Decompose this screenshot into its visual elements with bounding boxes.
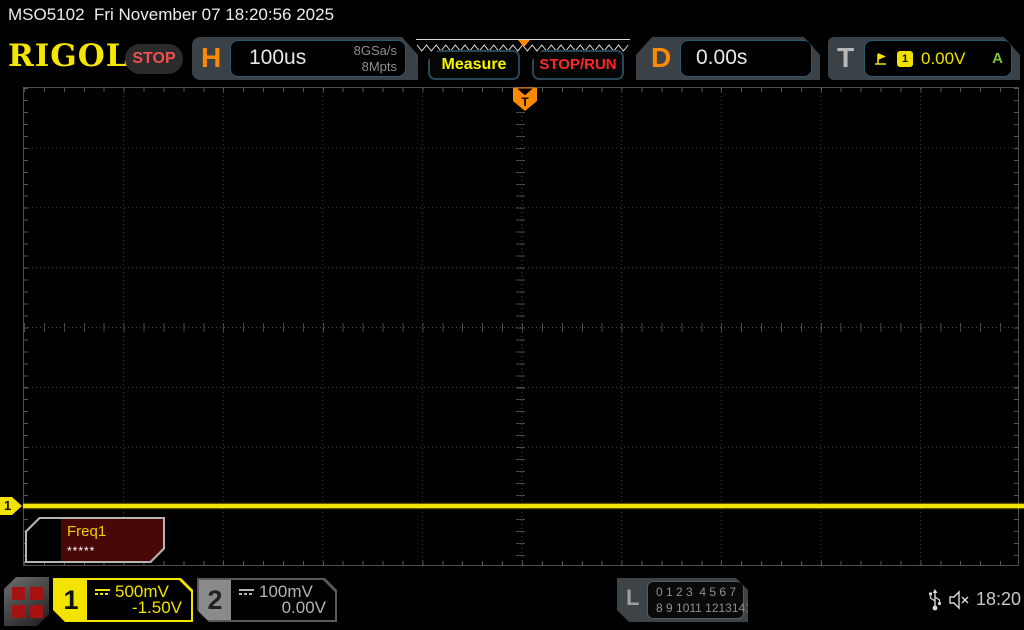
channel2-number: 2	[199, 580, 231, 620]
digital-row-8-15: 8 9 1011 12131415	[656, 601, 759, 615]
menu-grid-icon	[12, 587, 43, 618]
channel1-status-block[interactable]: 1 500mV -1.50V	[53, 578, 193, 622]
memory-depth: 8Mpts	[361, 59, 397, 74]
timebase-value: 100us	[249, 46, 307, 69]
delay-settings-block[interactable]: D 0.00s	[636, 37, 820, 80]
rising-edge-icon	[873, 52, 889, 66]
trigger-marker-letter: T	[521, 95, 529, 109]
wave-bar-trigger-position-icon[interactable]	[518, 40, 530, 47]
channel1-ground-marker[interactable]: 1	[0, 497, 22, 515]
rigol-logo: RIGOL	[8, 38, 129, 74]
digital-row-0-7: 0 1 2 3 4 5 6 7	[656, 585, 737, 599]
grid-ticks-center-horizontal	[24, 323, 1018, 332]
channel1-corner-fold	[179, 580, 191, 592]
delay-inner: 0.00s	[680, 40, 812, 77]
trigger-label: T	[837, 42, 855, 73]
delay-value: 0.00s	[696, 46, 748, 69]
acquisition-status-badge: STOP	[125, 44, 183, 74]
horizontal-settings-block[interactable]: H 100us 8GSa/s 8Mpts	[192, 37, 418, 80]
trigger-position-marker[interactable]: T	[506, 85, 542, 113]
channel2-status-block[interactable]: 2 100mV 0.00V	[197, 578, 337, 622]
dc-coupling-icon	[239, 589, 254, 595]
measurement-box[interactable]: Freq1 *****	[25, 517, 165, 563]
waveform-position-bar[interactable]	[416, 39, 630, 52]
measurement-name: Freq1	[67, 523, 107, 540]
usb-icon	[929, 589, 942, 611]
channel1-number: 1	[55, 580, 87, 620]
model-and-datetime: MSO5102 Fri November 07 18:20:56 2025	[8, 5, 335, 24]
delay-label: D	[651, 42, 672, 73]
horizontal-inner: 100us 8GSa/s 8Mpts	[230, 40, 406, 77]
trigger-source-badge: 1	[897, 51, 913, 67]
measurement-box-inner: Freq1 *****	[27, 519, 163, 561]
trigger-level-value: 0.00V	[921, 48, 966, 68]
trigger-settings-block[interactable]: T 1 0.00V A	[828, 37, 1020, 80]
sample-rate: 8GSa/s	[353, 43, 397, 58]
stop-run-button[interactable]: STOP/RUN	[532, 50, 624, 80]
trigger-sweep-mode: A	[992, 50, 1003, 67]
channel1-offset: -1.50V	[131, 598, 182, 617]
digital-channels-block[interactable]: L 0 1 2 3 4 5 6 7 8 9 1011 12131415	[617, 578, 748, 622]
graticule[interactable]	[23, 87, 1020, 567]
measure-button[interactable]: Measure	[428, 50, 520, 80]
clock: 18:20	[976, 589, 1022, 609]
oscilloscope-screen: MSO5102 Fri November 07 18:20:56 2025 RI…	[0, 0, 1024, 630]
horizontal-label: H	[201, 42, 222, 73]
digital-label: L	[626, 585, 640, 610]
measurement-value: *****	[67, 544, 96, 558]
speaker-muted-icon[interactable]	[948, 590, 972, 610]
channel2-offset: 0.00V	[281, 598, 326, 617]
trigger-inner: 1 0.00V A	[864, 40, 1012, 77]
channel2-corner-fold	[323, 580, 335, 592]
sample-info: 8GSa/s 8Mpts	[354, 43, 397, 75]
dc-coupling-icon	[95, 589, 110, 595]
menu-button[interactable]	[4, 577, 49, 626]
channel1-trace[interactable]	[23, 504, 1024, 508]
digital-channel-list: 0 1 2 3 4 5 6 7 8 9 1011 12131415	[647, 581, 744, 619]
